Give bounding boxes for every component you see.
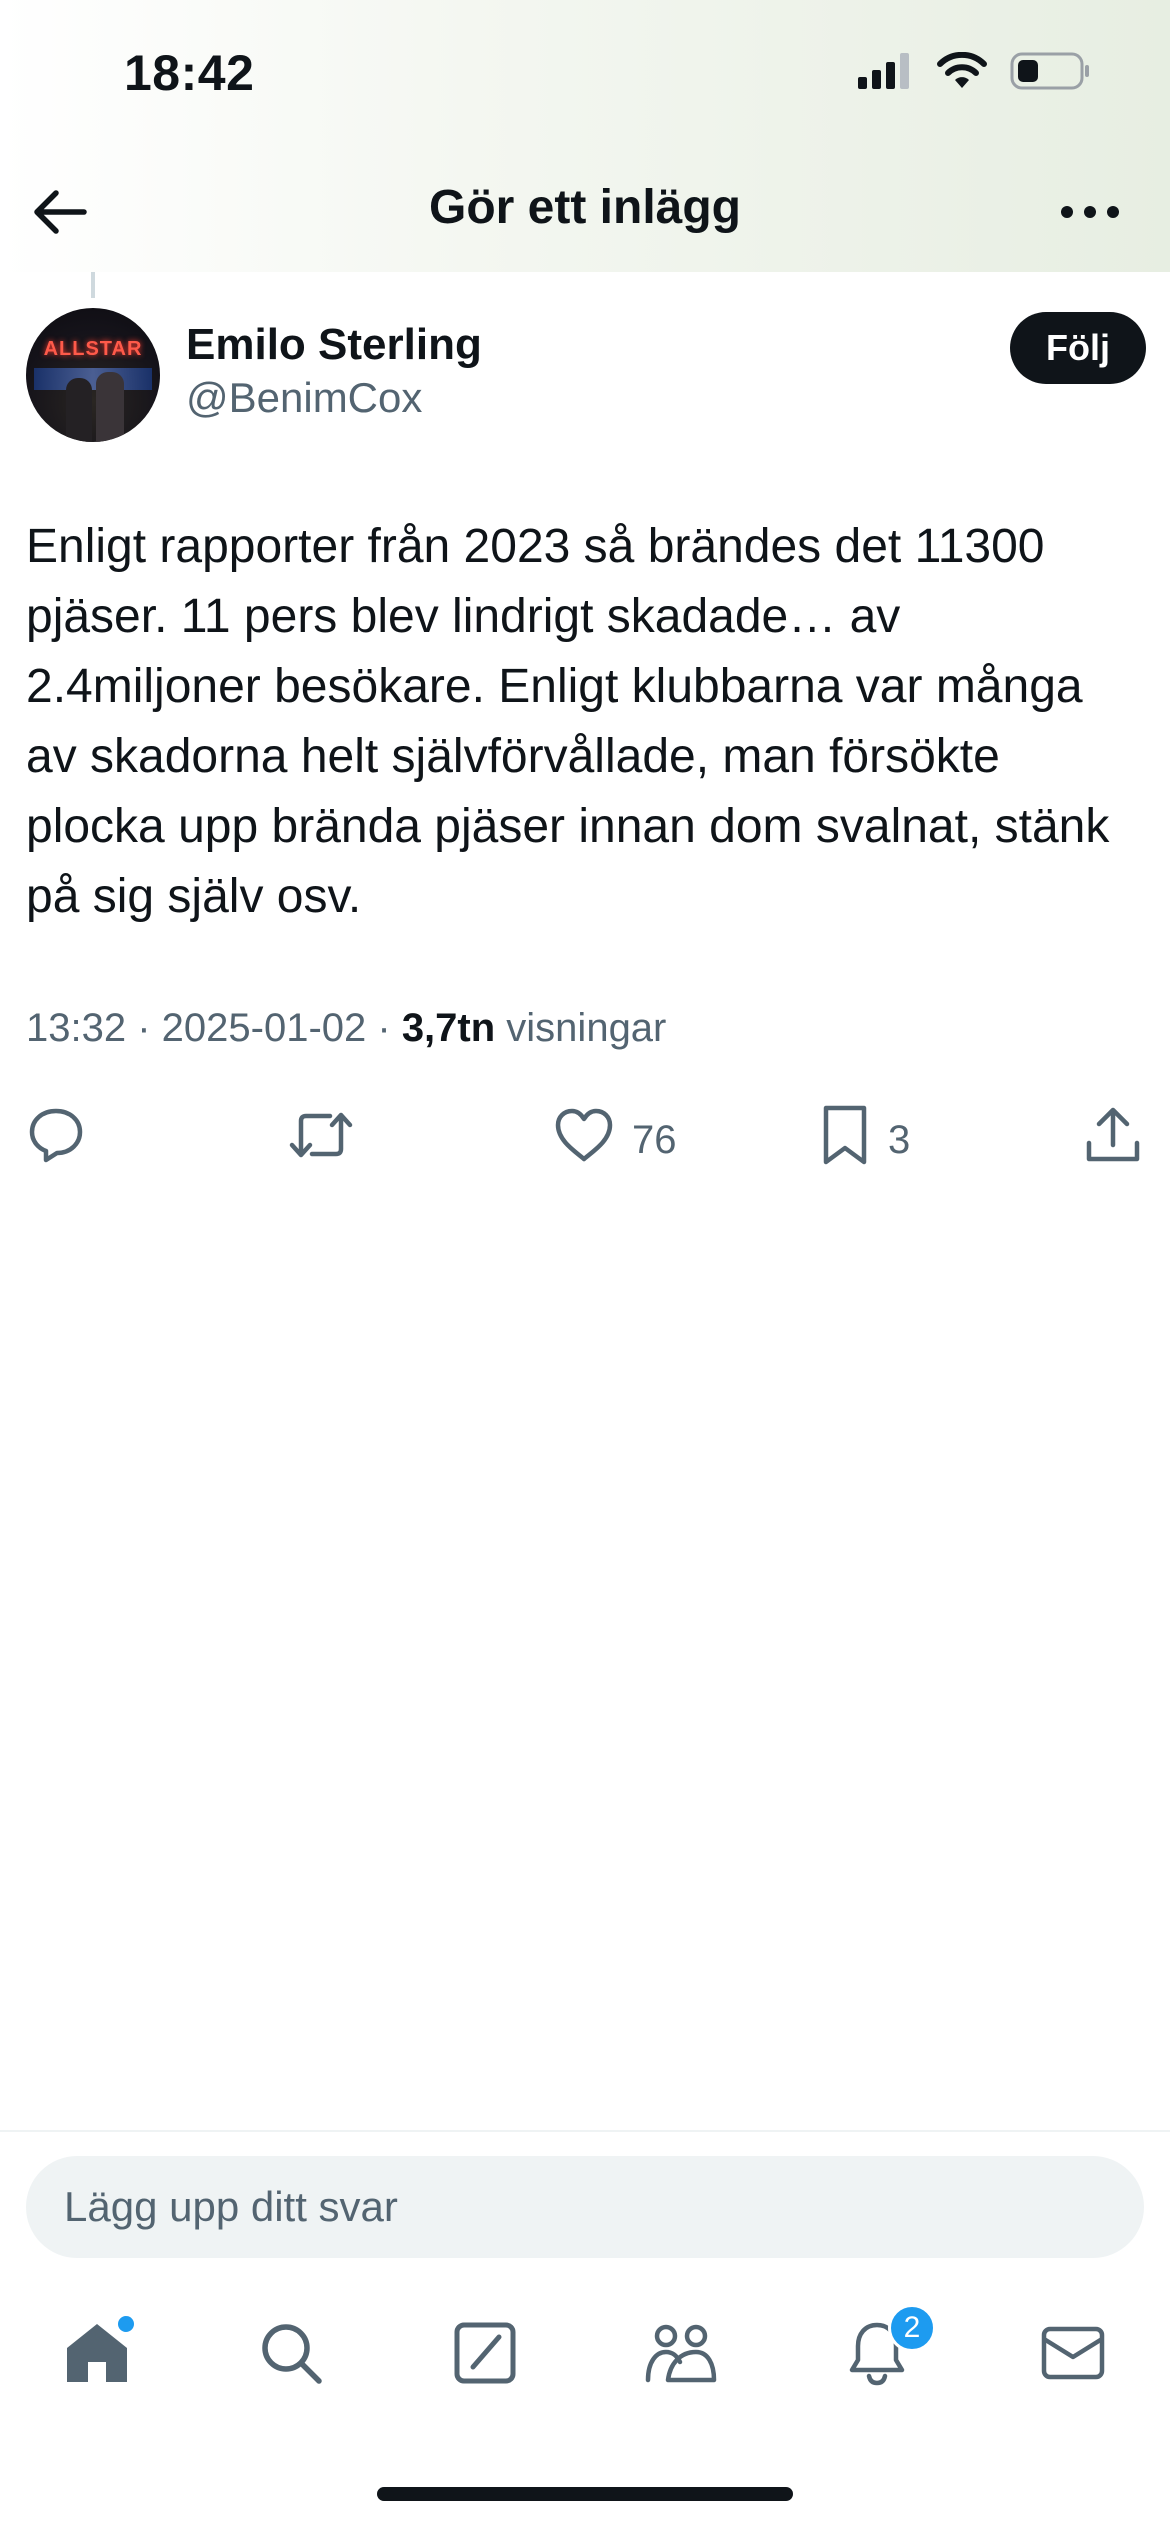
views-label: visningar xyxy=(506,1006,667,1050)
more-horizontal-icon[interactable] xyxy=(1050,180,1130,244)
tab-search[interactable] xyxy=(246,2310,336,2400)
follow-button[interactable]: Följ xyxy=(1010,312,1146,384)
home-indicator xyxy=(377,2487,793,2501)
bottom-divider xyxy=(0,2130,1170,2132)
cellular-signal-icon xyxy=(858,53,914,94)
reply-input[interactable]: Lägg upp ditt svar xyxy=(26,2156,1144,2258)
author-name[interactable]: Emilo Sterling xyxy=(186,320,482,370)
notifications-badge: 2 xyxy=(888,2304,936,2352)
avatar[interactable]: ALLSTAR xyxy=(26,308,160,442)
repost-icon xyxy=(288,1105,354,1175)
post-time[interactable]: 13:32 xyxy=(26,1006,126,1050)
repost-button[interactable] xyxy=(288,1100,354,1180)
tab-bar: 2 xyxy=(0,2290,1170,2420)
reply-icon xyxy=(26,1105,86,1175)
tab-messages[interactable] xyxy=(1028,2310,1118,2400)
battery-icon xyxy=(1010,52,1090,95)
nav-bar: Gör ett inlägg xyxy=(0,160,1170,260)
grok-icon xyxy=(453,2321,517,2390)
like-button[interactable]: 76 xyxy=(554,1100,677,1180)
status-bar: 18:42 xyxy=(0,0,1170,150)
meta-separator: · xyxy=(126,1006,162,1050)
status-icons xyxy=(858,51,1090,95)
bookmark-count: 3 xyxy=(888,1117,911,1162)
reply-placeholder: Lägg upp ditt svar xyxy=(64,2183,398,2230)
post-date[interactable]: 2025-01-02 xyxy=(162,1006,367,1050)
post-author: ALLSTAR Emilo Sterling @BenimCox Följ xyxy=(26,308,1146,448)
wifi-icon xyxy=(936,51,988,95)
share-button[interactable] xyxy=(1084,1100,1142,1180)
header-area: 18:42 Gör ett inlägg xyxy=(0,0,1170,272)
bookmark-icon xyxy=(820,1104,870,1176)
communities-icon xyxy=(644,2322,718,2389)
reply-button[interactable] xyxy=(26,1100,86,1180)
views-count: 3,7tn xyxy=(401,1006,496,1050)
avatar-sign-text: ALLSTAR xyxy=(43,338,143,360)
status-time: 18:42 xyxy=(124,45,255,101)
post-text: Enligt rapporter från 2023 så brändes de… xyxy=(26,520,1110,923)
thread-connector-line xyxy=(91,272,95,298)
post-actions: 76 3 xyxy=(26,1100,1146,1180)
share-icon xyxy=(1084,1105,1142,1175)
like-count: 76 xyxy=(632,1117,677,1162)
post-meta: 13:32 · 2025-01-02 · 3,7tn visningar xyxy=(26,1006,666,1051)
bookmark-button[interactable]: 3 xyxy=(820,1100,910,1180)
meta-separator: · xyxy=(366,1006,402,1050)
heart-icon xyxy=(554,1107,614,1173)
tab-grok[interactable] xyxy=(440,2310,530,2400)
tab-home[interactable] xyxy=(52,2310,142,2400)
tab-notifications[interactable]: 2 xyxy=(832,2304,936,2400)
page-title: Gör ett inlägg xyxy=(429,181,741,234)
search-icon xyxy=(258,2320,324,2391)
tab-communities[interactable] xyxy=(636,2310,726,2400)
messages-icon xyxy=(1040,2325,1106,2386)
home-unread-dot xyxy=(118,2316,134,2332)
author-handle[interactable]: @BenimCox xyxy=(186,374,422,422)
